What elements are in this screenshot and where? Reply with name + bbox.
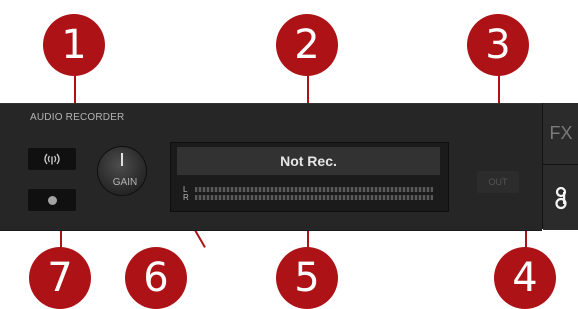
callout-6: 6 [125,247,187,309]
gain-label: GAIN [112,177,138,188]
broadcast-button[interactable] [28,148,76,170]
meter-right-label: R [183,193,189,202]
level-meter-left [195,187,433,192]
out-button[interactable]: OUT [477,171,519,193]
cassette-tab-icon [555,186,567,209]
callout-4: 4 [494,247,556,309]
recorder-display: Not Rec. L R [170,142,449,212]
level-meter-right [195,195,433,200]
audio-recorder-panel: AUDIO RECORDER GAIN Not Rec. L R OUT [0,103,542,231]
recording-status: Not Rec. [177,147,440,175]
panel-title: AUDIO RECORDER [30,112,125,123]
knob-indicator [121,153,123,166]
callout-3: 3 [467,14,529,76]
fx-tab[interactable]: FX [543,103,578,163]
callout-1: 1 [43,14,105,76]
callout-7: 7 [29,247,91,309]
callout-5: 5 [276,247,338,309]
audio-recorder-tab[interactable] [543,164,578,230]
callout-2: 2 [276,14,338,76]
record-button[interactable] [28,189,76,211]
broadcast-icon [44,153,60,165]
side-panel-strip: FX [542,103,578,230]
record-dot-icon [47,195,57,205]
